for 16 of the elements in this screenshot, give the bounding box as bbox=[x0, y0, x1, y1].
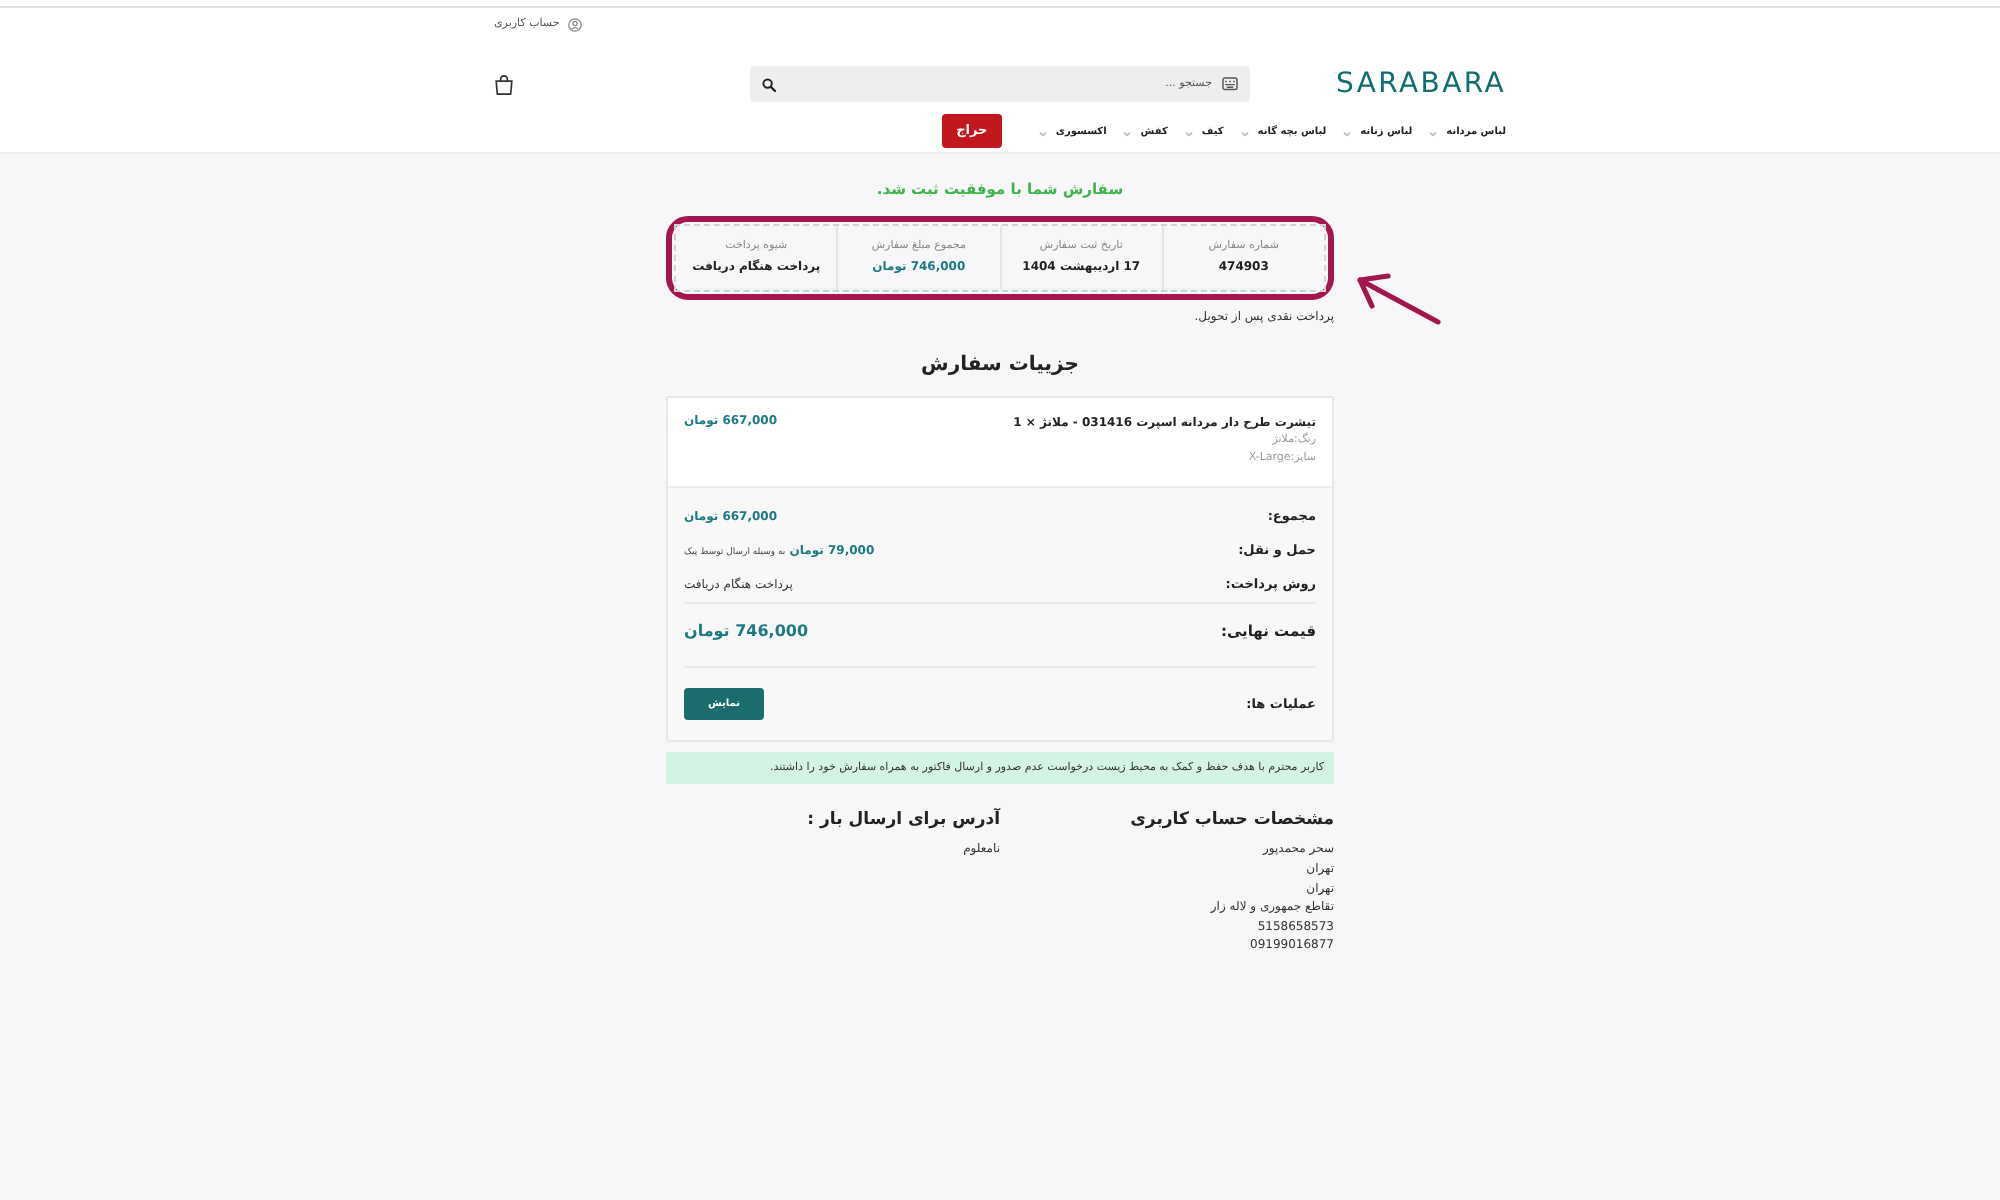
logo[interactable]: SARABARA bbox=[1336, 65, 1506, 103]
bag-icon[interactable] bbox=[494, 73, 514, 95]
arrow-icon bbox=[1352, 270, 1444, 328]
user-icon bbox=[567, 17, 582, 32]
caret-icon bbox=[1183, 129, 1194, 137]
caret-icon bbox=[1428, 129, 1439, 137]
caret-icon bbox=[1122, 129, 1133, 137]
grand-total: 746,000 تومان bbox=[684, 622, 809, 643]
caret-icon bbox=[1342, 129, 1353, 137]
caret-icon bbox=[1037, 129, 1048, 137]
caret-icon bbox=[1239, 129, 1250, 137]
section-heading: جزییات سفارش bbox=[919, 352, 1081, 380]
address-heading: آدرس برای ارسال بار : bbox=[805, 806, 1000, 835]
search-icon[interactable] bbox=[762, 77, 776, 91]
address-heading: مشخصات حساب کاربری bbox=[1128, 808, 1334, 835]
keyboard-icon bbox=[1222, 76, 1238, 92]
